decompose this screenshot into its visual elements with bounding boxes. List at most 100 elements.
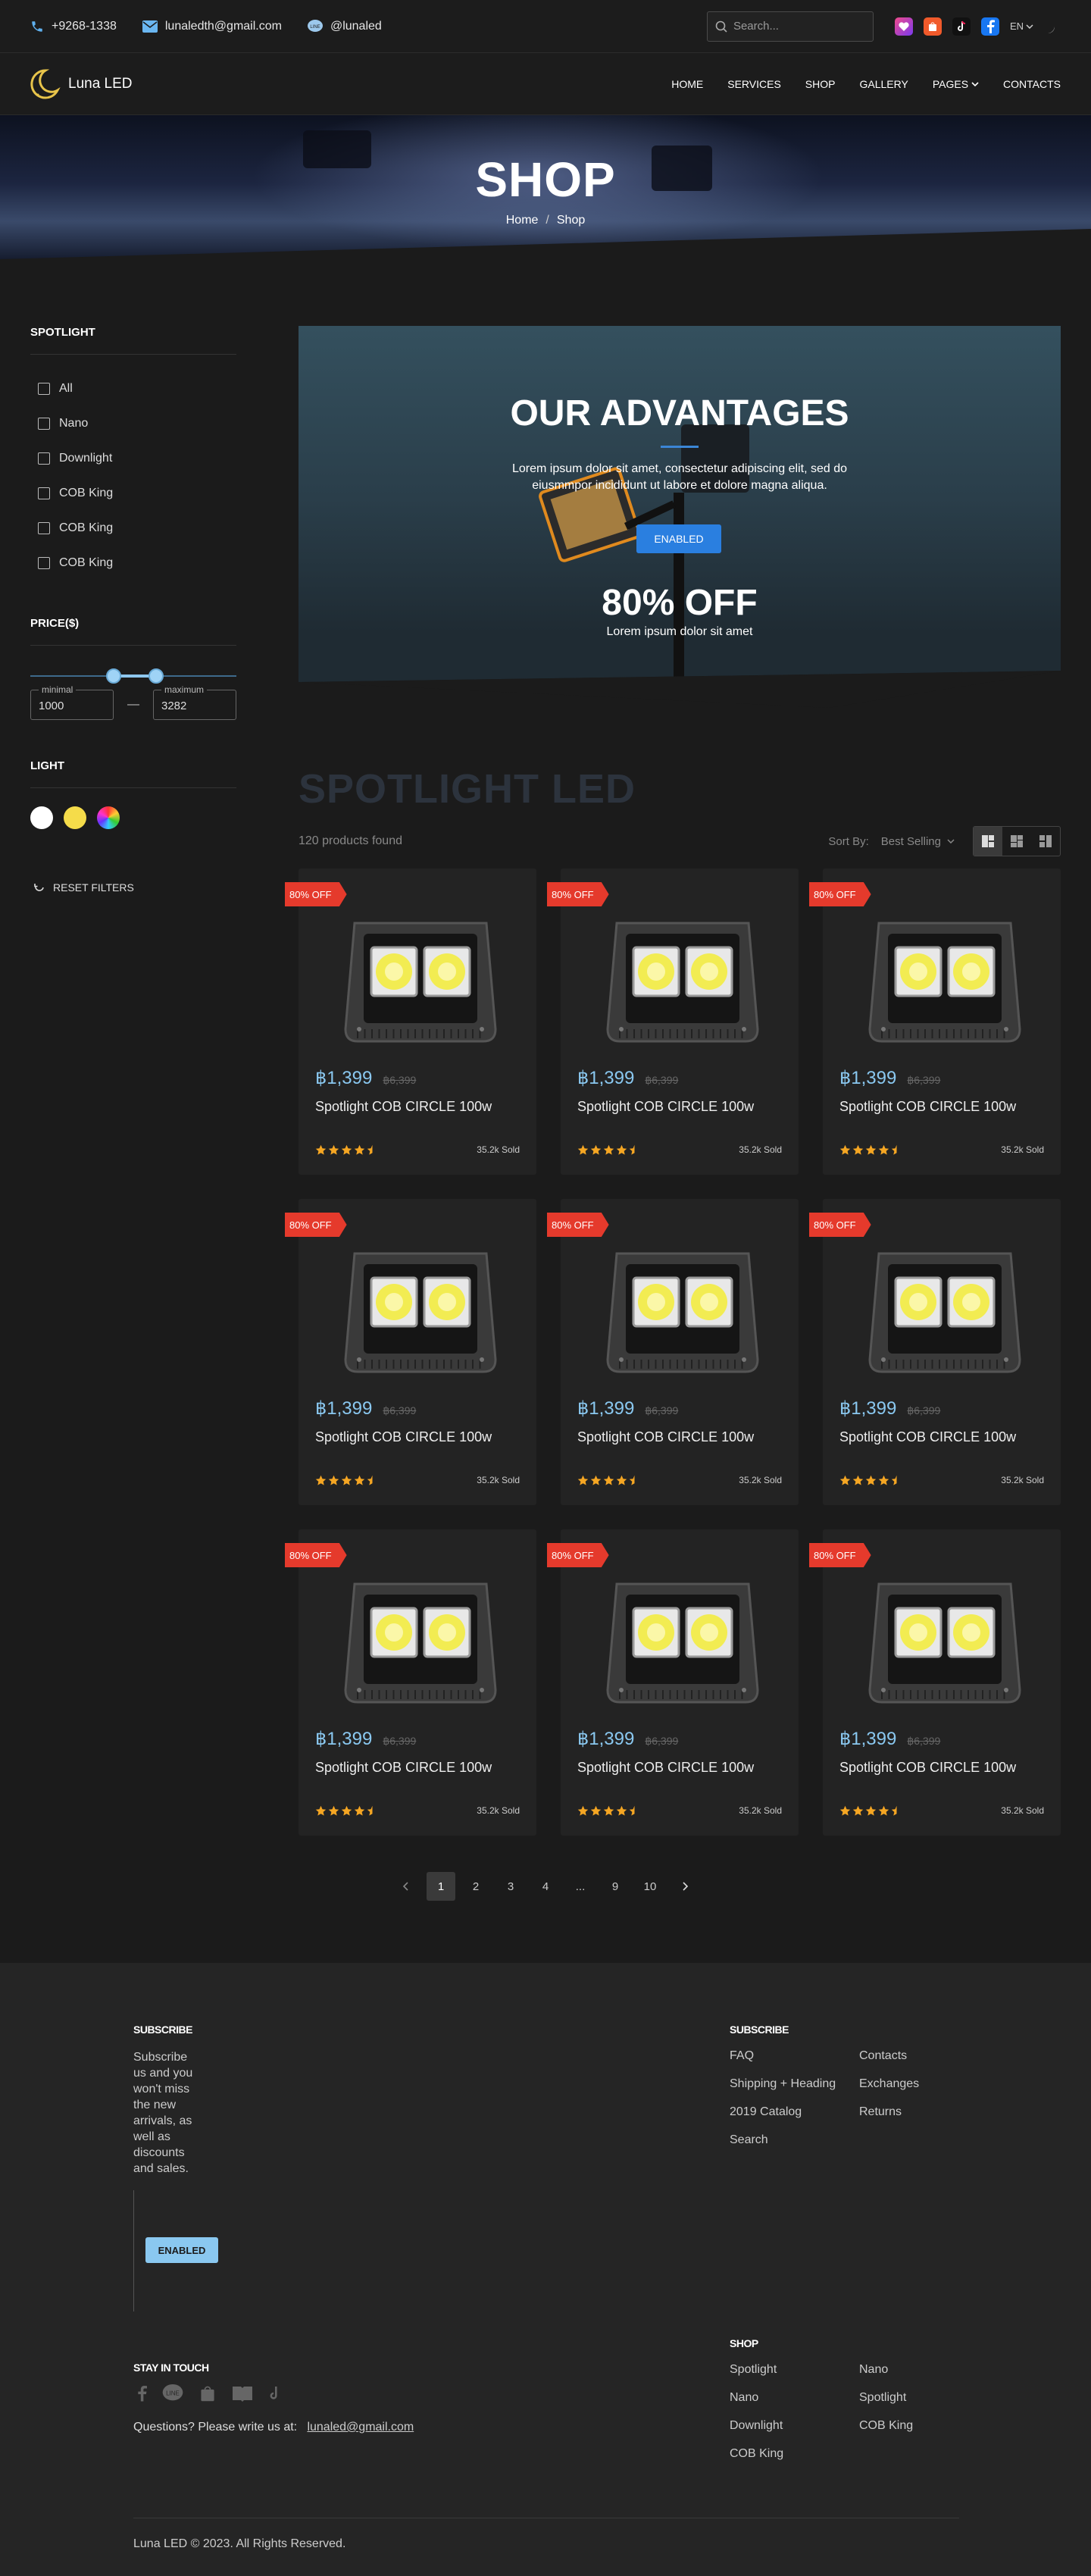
moon-icon[interactable] — [1044, 18, 1061, 35]
phone-contact[interactable]: +9268-1338 — [30, 20, 117, 33]
checkbox[interactable] — [38, 418, 50, 430]
filter-checkbox-all[interactable]: All — [30, 371, 236, 406]
checkbox[interactable] — [38, 452, 50, 465]
checkbox[interactable] — [38, 557, 50, 569]
next-page-button[interactable] — [671, 1872, 699, 1901]
product-title[interactable]: Spotlight COB CIRCLE 100w — [315, 1760, 492, 1776]
product-card[interactable]: 80% OFF ฿1,399 ฿6,399 Spotlight COB CIRCLE … — [809, 869, 1061, 1175]
brand-logo[interactable]: Luna LED — [30, 67, 133, 101]
product-card[interactable]: 80% OFF ฿1,399 ฿6,399 Spotlight COB CIRCLE … — [809, 1199, 1061, 1505]
grid-view-list-button[interactable] — [1031, 827, 1060, 856]
product-image[interactable] — [341, 1576, 500, 1717]
nav-item-shop[interactable]: SHOP — [805, 78, 836, 90]
app-icon-1[interactable] — [894, 17, 913, 36]
product-title[interactable]: Spotlight COB CIRCLE 100w — [839, 1760, 1016, 1776]
product-card[interactable]: 80% OFF ฿1,399 ฿6,399 Spotlight COB CIRCLE … — [809, 1529, 1061, 1836]
product-card[interactable]: 80% OFF ฿1,399 ฿6,399 Spotlight COB CIRCLE … — [547, 869, 799, 1175]
footer-link-exchanges[interactable]: Exchanges — [859, 2077, 919, 2091]
footer-link-shipping[interactable]: Shipping + Heading — [730, 2077, 836, 2091]
footer-link-returns[interactable]: Returns — [859, 2105, 902, 2119]
product-title[interactable]: Spotlight COB CIRCLE 100w — [577, 1099, 754, 1115]
app-icon-2[interactable] — [923, 17, 942, 36]
footer-link-contacts[interactable]: Contacts — [859, 2049, 907, 2063]
footer-shop-link-cob-king-2[interactable]: COB King — [730, 2447, 783, 2461]
slider-min-handle[interactable] — [106, 668, 121, 684]
product-title[interactable]: Spotlight COB CIRCLE 100w — [839, 1429, 1016, 1445]
language-select[interactable]: EN — [1010, 20, 1033, 32]
product-card[interactable]: 80% OFF ฿1,399 ฿6,399 Spotlight COB CIRCLE … — [547, 1529, 799, 1836]
product-image[interactable] — [603, 1576, 762, 1717]
product-card[interactable]: 80% OFF ฿1,399 ฿6,399 Spotlight COB CIRCLE … — [285, 1529, 536, 1836]
product-image[interactable] — [341, 916, 500, 1056]
tiktok-icon[interactable] — [268, 2385, 282, 2402]
white-light-swatch[interactable] — [30, 806, 53, 829]
price-range-slider[interactable] — [30, 667, 236, 685]
page-button-10[interactable]: 10 — [636, 1872, 664, 1901]
product-image[interactable] — [865, 916, 1024, 1056]
filter-checkbox-cob-king-1[interactable]: COB King — [30, 476, 236, 511]
footer-link-catalog[interactable]: 2019 Catalog — [730, 2105, 802, 2119]
reset-filters-button[interactable]: RESET FILTERS — [30, 881, 236, 894]
footer-email-link[interactable]: lunaled@gmail.com — [307, 2421, 414, 2434]
shop-icon[interactable] — [199, 2384, 217, 2402]
page-button-1[interactable]: 1 — [427, 1872, 455, 1901]
footer-shop-link-nano-2[interactable]: Nano — [730, 2391, 758, 2405]
line-contact[interactable]: LINE @lunaled — [307, 19, 382, 33]
yellow-light-swatch[interactable] — [64, 806, 86, 829]
product-image[interactable] — [865, 1246, 1024, 1386]
filter-checkbox-nano[interactable]: Nano — [30, 406, 236, 441]
facebook-top-icon[interactable] — [980, 17, 999, 36]
filter-checkbox-cob-king-3[interactable]: COB King — [30, 546, 236, 581]
product-title[interactable]: Spotlight COB CIRCLE 100w — [577, 1760, 754, 1776]
search-box[interactable] — [706, 11, 874, 42]
footer-shop-link-nano[interactable]: Nano — [859, 2363, 888, 2377]
product-card[interactable]: 80% OFF ฿1,399 ฿6,399 Spotlight COB CIRCLE … — [285, 869, 536, 1175]
min-price-field[interactable]: minimal 1000 — [30, 684, 114, 720]
footer-link-faq[interactable]: FAQ — [730, 2049, 754, 2063]
page-button-9[interactable]: 9 — [601, 1872, 630, 1901]
product-title[interactable]: Spotlight COB CIRCLE 100w — [839, 1099, 1016, 1115]
checkbox[interactable] — [38, 522, 50, 534]
product-image[interactable] — [341, 1246, 500, 1386]
slider-max-handle[interactable] — [148, 668, 164, 684]
filter-checkbox-downlight[interactable]: Downlight — [30, 441, 236, 476]
product-image[interactable] — [603, 1246, 762, 1386]
product-title[interactable]: Spotlight COB CIRCLE 100w — [577, 1429, 754, 1445]
page-button-2[interactable]: 2 — [461, 1872, 490, 1901]
product-image[interactable] — [603, 916, 762, 1056]
facebook-icon[interactable] — [136, 2384, 147, 2402]
search-input[interactable] — [733, 20, 862, 33]
page-button-4[interactable]: 4 — [531, 1872, 560, 1901]
line-icon[interactable]: LINE — [162, 2384, 183, 2402]
footer-shop-link-downlight[interactable]: Downlight — [730, 2419, 783, 2433]
multicolor-light-swatch[interactable] — [97, 806, 120, 829]
max-price-field[interactable]: maximum 3282 — [153, 684, 236, 720]
checkbox[interactable] — [38, 487, 50, 499]
prev-page-button[interactable] — [392, 1872, 420, 1901]
nav-item-pages[interactable]: PAGES — [933, 78, 979, 90]
footer-shop-link-spotlight[interactable]: Spotlight — [730, 2363, 777, 2377]
nav-item-contacts[interactable]: CONTACTS — [1003, 78, 1061, 90]
breadcrumb-home[interactable]: Home — [506, 214, 539, 227]
tiktok-top-icon[interactable] — [952, 17, 971, 36]
nav-item-services[interactable]: SERVICES — [727, 78, 781, 90]
book-icon[interactable] — [232, 2385, 253, 2402]
product-title[interactable]: Spotlight COB CIRCLE 100w — [315, 1429, 492, 1445]
nav-item-gallery[interactable]: GALLERY — [859, 78, 908, 90]
nav-item-home[interactable]: HOME — [671, 78, 703, 90]
footer-link-search[interactable]: Search — [730, 2133, 768, 2147]
footer-shop-link-cob-king[interactable]: COB King — [859, 2419, 913, 2433]
product-card[interactable]: 80% OFF ฿1,399 ฿6,399 Spotlight COB CIRCLE … — [547, 1199, 799, 1505]
subscribe-button[interactable]: ENABLED — [145, 2237, 218, 2263]
product-card[interactable]: 80% OFF ฿1,399 ฿6,399 Spotlight COB CIRCLE … — [285, 1199, 536, 1505]
email-contact[interactable]: lunaledth@gmail.com — [142, 20, 282, 33]
page-button-3[interactable]: 3 — [496, 1872, 525, 1901]
grid-view-large-button[interactable] — [974, 827, 1002, 856]
filter-checkbox-cob-king-2[interactable]: COB King — [30, 511, 236, 546]
product-image[interactable] — [865, 1576, 1024, 1717]
banner-enabled-button[interactable]: ENABLED — [636, 524, 721, 553]
checkbox[interactable] — [38, 383, 50, 395]
product-title[interactable]: Spotlight COB CIRCLE 100w — [315, 1099, 492, 1115]
footer-shop-link-spotlight-2[interactable]: Spotlight — [859, 2391, 906, 2405]
grid-view-medium-button[interactable] — [1002, 827, 1031, 856]
